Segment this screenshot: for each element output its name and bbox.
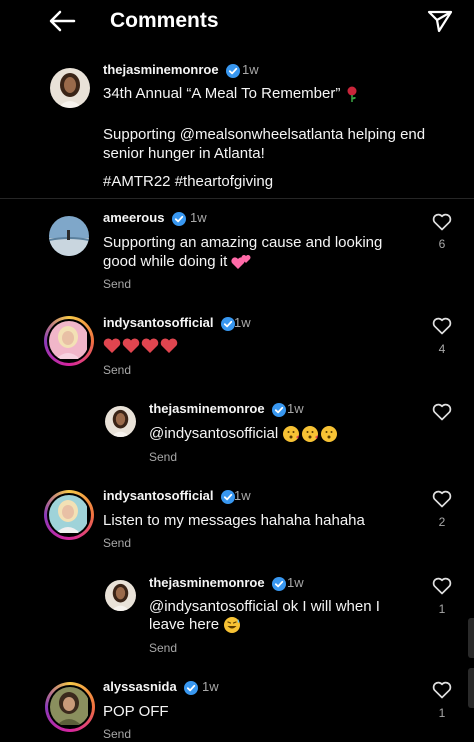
send-button[interactable]: Send bbox=[103, 727, 131, 741]
like-count: 1 bbox=[438, 706, 446, 720]
arrow-left-icon[interactable] bbox=[48, 9, 76, 33]
comment-text: POP OFF bbox=[103, 703, 169, 720]
send-button[interactable]: Send bbox=[103, 277, 131, 291]
avatar[interactable] bbox=[45, 682, 95, 732]
grinning-sweat-emoji-icon bbox=[224, 617, 241, 634]
avatar[interactable] bbox=[44, 316, 94, 366]
avatar[interactable] bbox=[105, 406, 136, 437]
heart-icon[interactable] bbox=[432, 681, 452, 699]
timestamp: 1w bbox=[287, 401, 304, 416]
username[interactable]: thejasminemonroe bbox=[149, 575, 287, 591]
username[interactable]: thejasminemonroe bbox=[149, 401, 287, 417]
comment-text: Supporting an amazing cause and looking bbox=[103, 234, 383, 251]
like-count: 2 bbox=[438, 515, 446, 529]
like-count: 6 bbox=[438, 237, 446, 251]
send-button[interactable]: Send bbox=[103, 363, 131, 377]
timestamp: 1w bbox=[234, 488, 251, 503]
page-title: Comments bbox=[110, 9, 219, 32]
send-button[interactable]: Send bbox=[149, 450, 177, 464]
send-button[interactable]: Send bbox=[149, 641, 177, 655]
heart-icon[interactable] bbox=[432, 403, 452, 421]
username[interactable]: indysantosofficial bbox=[103, 488, 236, 504]
scroll-indicator bbox=[468, 618, 474, 658]
divider bbox=[0, 198, 474, 199]
scroll-indicator bbox=[468, 668, 474, 708]
username[interactable]: thejasminemonroe bbox=[103, 62, 241, 78]
caption-line: 34th Annual “A Meal To Remember” bbox=[103, 84, 359, 103]
heart-icon[interactable] bbox=[432, 577, 452, 595]
timestamp: 1w bbox=[287, 575, 304, 590]
avatar[interactable] bbox=[105, 580, 136, 611]
two-hearts-emoji-icon bbox=[231, 255, 251, 270]
paper-plane-icon[interactable] bbox=[427, 9, 453, 33]
comment-text: good while doing it bbox=[103, 252, 251, 271]
heart-icon[interactable] bbox=[432, 490, 452, 508]
comment-text: Listen to my messages hahaha hahaha bbox=[103, 512, 365, 529]
caption-line: Supporting @mealsonwheelsatlanta helping… bbox=[103, 126, 426, 143]
heart-icon[interactable] bbox=[432, 213, 452, 231]
timestamp: 1w bbox=[190, 210, 207, 225]
red-hearts-emoji-icon bbox=[103, 338, 178, 353]
send-button[interactable]: Send bbox=[103, 536, 131, 550]
rose-emoji-icon bbox=[347, 86, 357, 103]
comment-text: @indysantosofficial bbox=[149, 424, 340, 443]
timestamp: 1w bbox=[202, 679, 219, 694]
username[interactable]: ameerous bbox=[103, 210, 187, 226]
comment-text: @indysantosofficial ok I will when I bbox=[149, 598, 380, 615]
header: Comments bbox=[0, 0, 474, 44]
heart-icon[interactable] bbox=[432, 317, 452, 335]
timestamp: 1w bbox=[242, 62, 259, 77]
verified-badge-icon bbox=[272, 402, 287, 417]
comment-text: leave here bbox=[149, 615, 241, 634]
like-count: 1 bbox=[438, 602, 446, 616]
timestamp: 1w bbox=[234, 315, 251, 330]
comment-text bbox=[103, 337, 179, 360]
hashtags[interactable]: #AMTR22 #theartofgiving bbox=[103, 172, 273, 191]
avatar[interactable] bbox=[49, 216, 89, 256]
username[interactable]: indysantosofficial bbox=[103, 315, 236, 331]
verified-badge-icon bbox=[272, 576, 287, 591]
caption-line: senior hunger in Atlanta! bbox=[103, 145, 265, 162]
avatar[interactable] bbox=[50, 68, 90, 108]
verified-badge-icon bbox=[172, 211, 187, 226]
like-count: 4 bbox=[438, 342, 446, 356]
verified-badge-icon bbox=[226, 63, 241, 78]
verified-badge-icon bbox=[184, 680, 199, 695]
kissing-face-emoji-icon bbox=[283, 426, 338, 443]
username[interactable]: alyssasnida bbox=[103, 679, 199, 695]
avatar[interactable] bbox=[44, 490, 94, 540]
